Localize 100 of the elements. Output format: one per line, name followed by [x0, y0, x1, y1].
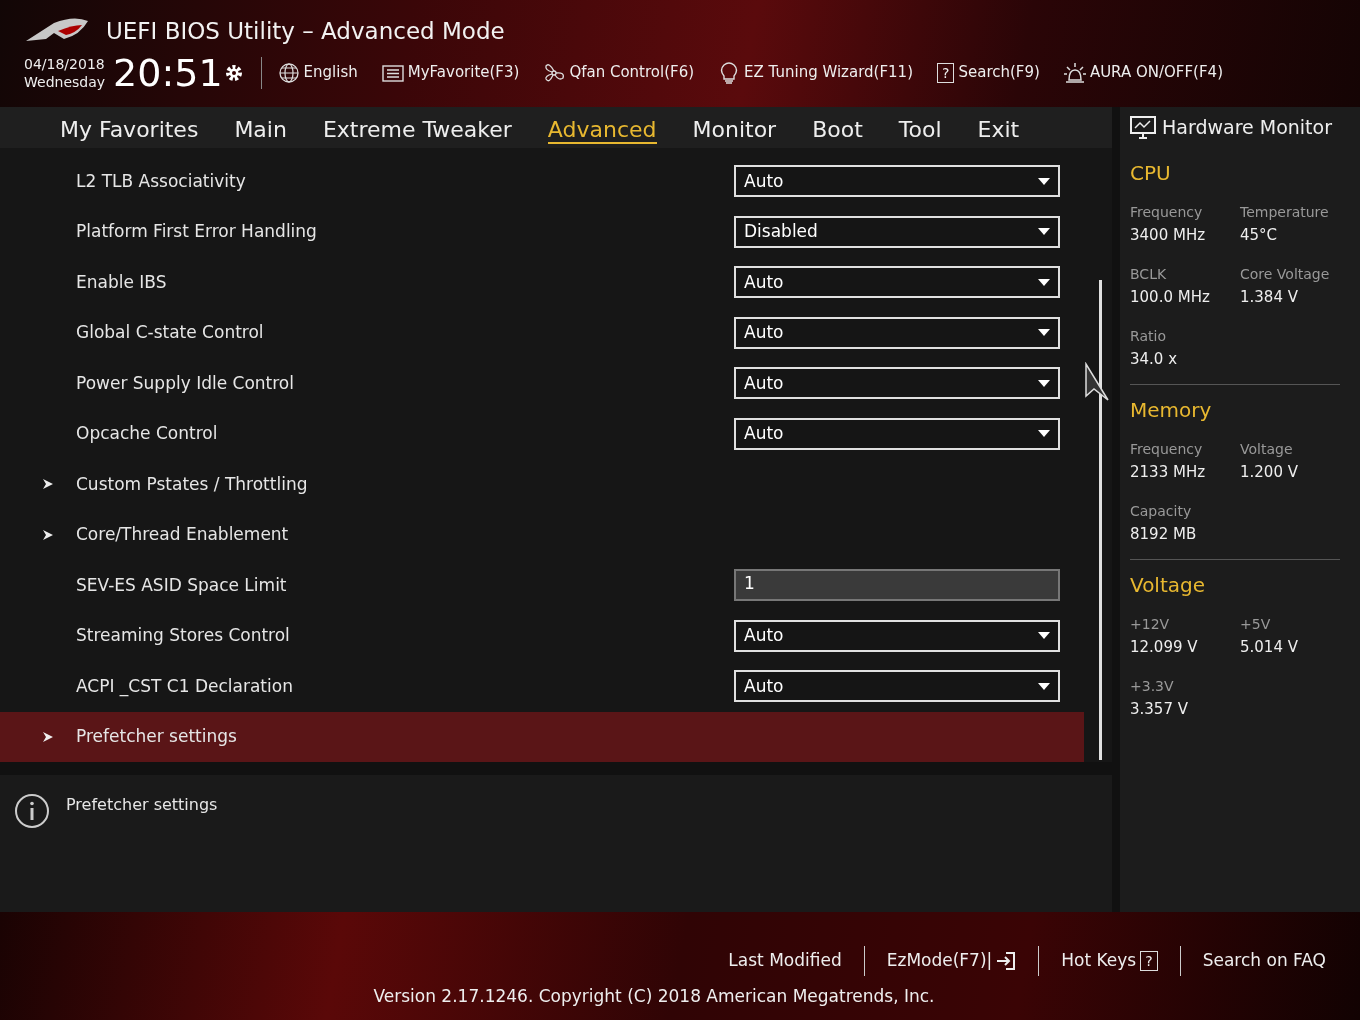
stat-label: +5V — [1240, 615, 1272, 634]
setting-label: Power Supply Idle Control — [76, 371, 294, 395]
setting-label: Core/Thread Enablement — [76, 523, 289, 546]
toolbar-button[interactable]: Qfan Control(F6) — [543, 61, 695, 84]
input-field[interactable]: 1 — [734, 569, 1060, 602]
stat-label: BCLK — [1130, 265, 1168, 284]
stat-value: 12.099 V — [1130, 637, 1199, 658]
setting-row[interactable]: Enable IBS Auto — [0, 257, 1084, 308]
setting-row[interactable]: SEV-ES ASID Space Limit 1 — [0, 560, 1084, 611]
menu-tab[interactable]: Tool — [880, 107, 960, 148]
caret-icon — [1038, 278, 1050, 286]
exit-icon — [996, 951, 1017, 971]
stat-label: Core Voltage — [1240, 265, 1331, 284]
dropdown[interactable]: Auto — [734, 165, 1060, 198]
stat-value: 3400 MHz — [1130, 225, 1207, 246]
setting-label: Platform First Error Handling — [76, 220, 317, 243]
toolbar-button[interactable]: English — [277, 61, 358, 84]
section-title: Voltage — [1130, 572, 1207, 599]
caret-icon — [1038, 228, 1050, 236]
menu-tab[interactable]: Extreme Tweaker — [304, 107, 530, 148]
toolbar-button[interactable]: ? Search(F9) — [937, 61, 1040, 84]
stat-value: 3.357 V — [1130, 699, 1189, 720]
caret-icon — [1038, 177, 1050, 185]
stat-label: Capacity — [1130, 502, 1193, 521]
fan-icon — [543, 61, 566, 84]
monitor-icon — [1130, 115, 1156, 140]
stat-label: +12V — [1130, 615, 1171, 634]
light-icon — [1063, 61, 1086, 84]
stat-label: Frequency — [1130, 203, 1204, 222]
dropdown[interactable]: Auto — [734, 619, 1060, 652]
setting-label: SEV-ES ASID Space Limit — [76, 573, 287, 597]
dropdown[interactable]: Auto — [734, 367, 1060, 400]
stat-label: Temperature — [1240, 203, 1330, 222]
setting-row[interactable]: Prefetcher settings — [0, 711, 1084, 762]
footer-link[interactable]: EzMode(F7)| — [864, 948, 1039, 974]
setting-row[interactable]: Custom Pstates / Throttling — [0, 459, 1084, 510]
setting-row[interactable]: L2 TLB Associativity Auto — [0, 156, 1084, 207]
footer-link[interactable]: Search on FAQ — [1180, 948, 1348, 974]
toolbar-button[interactable]: AURA ON/OFF(F4) — [1063, 61, 1223, 84]
stat-label: Frequency — [1130, 440, 1204, 459]
setting-label: Enable IBS — [76, 270, 167, 294]
caret-icon — [1038, 682, 1050, 690]
window-title: UEFI BIOS Utility – Advanced Mode — [106, 17, 505, 46]
setting-row[interactable]: Core/Thread Enablement — [0, 509, 1084, 560]
setting-row[interactable]: Streaming Stores Control Auto — [0, 610, 1084, 661]
menu-tab[interactable]: Advanced — [529, 107, 675, 148]
dropdown[interactable]: Auto — [734, 266, 1060, 299]
stat-value: 2133 MHz — [1130, 462, 1207, 483]
version-text: Version 2.17.1246. Copyright (C) 2018 American Megatrends, Inc. — [373, 985, 935, 1008]
setting-row[interactable]: ACPI _CST C1 Declaration Auto — [0, 661, 1084, 712]
caret-icon — [1038, 379, 1050, 387]
weekday-text: Wednesday — [24, 72, 106, 91]
stat-label: Ratio — [1130, 327, 1167, 346]
globe-icon — [277, 61, 300, 84]
setting-label: ACPI _CST C1 Declaration — [76, 674, 293, 699]
setting-label: Opcache Control — [76, 422, 218, 445]
stat-value: 1.384 V — [1240, 287, 1299, 308]
setting-label: Prefetcher settings — [76, 725, 237, 748]
cursor-icon — [1084, 362, 1110, 402]
setting-row[interactable]: Platform First Error Handling Disabled — [0, 206, 1084, 257]
panel-title: Hardware Monitor — [1162, 115, 1332, 141]
stat-value: 1.200 V — [1240, 462, 1299, 483]
footer-link[interactable]: Last Modified — [706, 948, 864, 974]
setting-label: Global C-state Control — [76, 321, 264, 344]
dropdown[interactable]: Disabled — [734, 215, 1060, 248]
setting-label: Streaming Stores Control — [76, 624, 290, 647]
menu-tab[interactable]: Exit — [959, 107, 1038, 148]
help-text: Prefetcher settings — [66, 794, 218, 816]
menu-tab[interactable]: Monitor — [674, 107, 795, 148]
caret-icon — [1038, 632, 1050, 640]
stat-label: Voltage — [1240, 440, 1294, 459]
caret-icon — [1038, 430, 1050, 438]
stat-value: 34.0 x — [1130, 349, 1179, 370]
section-title: Memory — [1130, 397, 1213, 424]
setting-row[interactable]: Global C-state Control Auto — [0, 307, 1084, 358]
arrow-icon — [42, 730, 54, 743]
caret-icon — [1038, 329, 1050, 337]
stat-value: 5.014 V — [1240, 637, 1299, 658]
dropdown[interactable]: Auto — [734, 316, 1060, 349]
dropdown[interactable]: Auto — [734, 670, 1060, 703]
toolbar-button[interactable]: MyFavorite(F3) — [381, 61, 520, 84]
section-title: CPU — [1130, 160, 1172, 187]
footer-link[interactable]: Hot Keys ? — [1039, 948, 1180, 974]
setting-label: Custom Pstates / Throttling — [76, 472, 308, 496]
stat-value: 100.0 MHz — [1130, 287, 1211, 308]
stat-value: 45°C — [1240, 225, 1279, 246]
scrollbar[interactable] — [1099, 280, 1102, 760]
setting-label: L2 TLB Associativity — [76, 169, 246, 193]
menu-tab[interactable]: Boot — [794, 107, 881, 148]
arrow-icon — [42, 478, 54, 491]
arrow-icon — [42, 528, 54, 541]
setting-row[interactable]: Opcache Control Auto — [0, 408, 1084, 459]
menu-tab[interactable]: My Favorites — [42, 107, 217, 148]
setting-row[interactable]: Power Supply Idle Control Auto — [0, 358, 1084, 409]
stat-label: +3.3V — [1130, 677, 1175, 696]
menu-tab[interactable]: Main — [216, 107, 305, 148]
toolbar-button[interactable]: EZ Tuning Wizard(F11) — [718, 61, 913, 84]
info-icon — [14, 793, 50, 829]
clock-time: 20:51 — [113, 52, 223, 93]
dropdown[interactable]: Auto — [734, 417, 1060, 450]
